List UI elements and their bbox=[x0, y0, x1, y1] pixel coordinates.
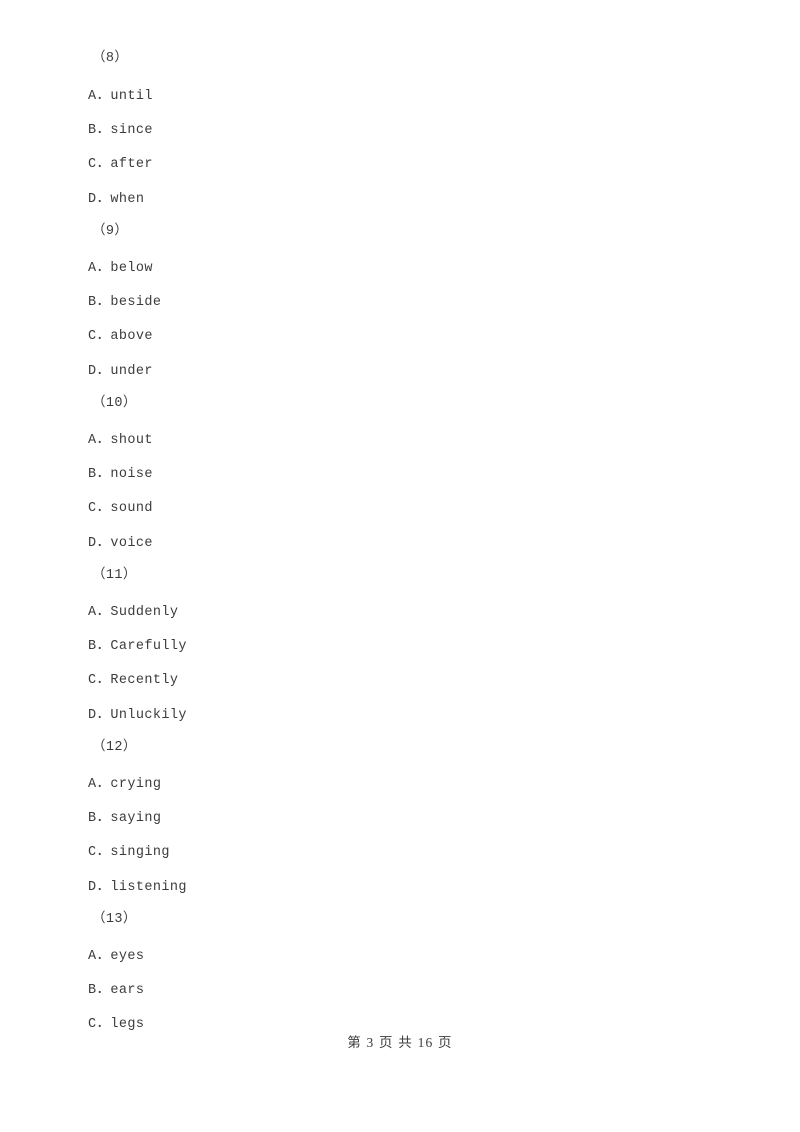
question-option: C．after bbox=[88, 157, 153, 172]
question-number: （9） bbox=[92, 224, 129, 239]
question-option: B．noise bbox=[88, 467, 153, 482]
question-option: A．crying bbox=[88, 777, 162, 792]
question-option: A．eyes bbox=[88, 949, 145, 964]
document-page: （8） A．until B．since C．after D．when （9） A．below… bbox=[0, 0, 800, 1132]
question-option: A．Suddenly bbox=[88, 605, 179, 620]
question-option: D．voice bbox=[88, 536, 153, 551]
question-option: A．shout bbox=[88, 433, 153, 448]
question-number: （10） bbox=[92, 396, 137, 411]
question-option: D．Unluckily bbox=[88, 708, 187, 723]
question-option: B．Carefully bbox=[88, 639, 187, 654]
question-number: （13） bbox=[92, 912, 137, 927]
question-option: C．singing bbox=[88, 845, 170, 860]
question-option: B．beside bbox=[88, 295, 162, 310]
question-option: D．listening bbox=[88, 880, 187, 895]
question-number: （8） bbox=[92, 51, 129, 66]
question-number: （12） bbox=[92, 740, 137, 755]
page-footer: 第 3 页 共 16 页 bbox=[347, 1035, 453, 1050]
question-option: D．under bbox=[88, 364, 153, 379]
question-option: C．legs bbox=[88, 1017, 145, 1032]
question-option: A．until bbox=[88, 89, 153, 104]
question-number: （11） bbox=[92, 568, 137, 583]
question-option: B．saying bbox=[88, 811, 162, 826]
question-option: D．when bbox=[88, 192, 145, 207]
question-option: A．below bbox=[88, 261, 153, 276]
question-option: C．Recently bbox=[88, 673, 179, 688]
question-option: C．sound bbox=[88, 501, 153, 516]
question-option: B．ears bbox=[88, 983, 145, 998]
question-option: B．since bbox=[88, 123, 153, 138]
question-option: C．above bbox=[88, 329, 153, 344]
